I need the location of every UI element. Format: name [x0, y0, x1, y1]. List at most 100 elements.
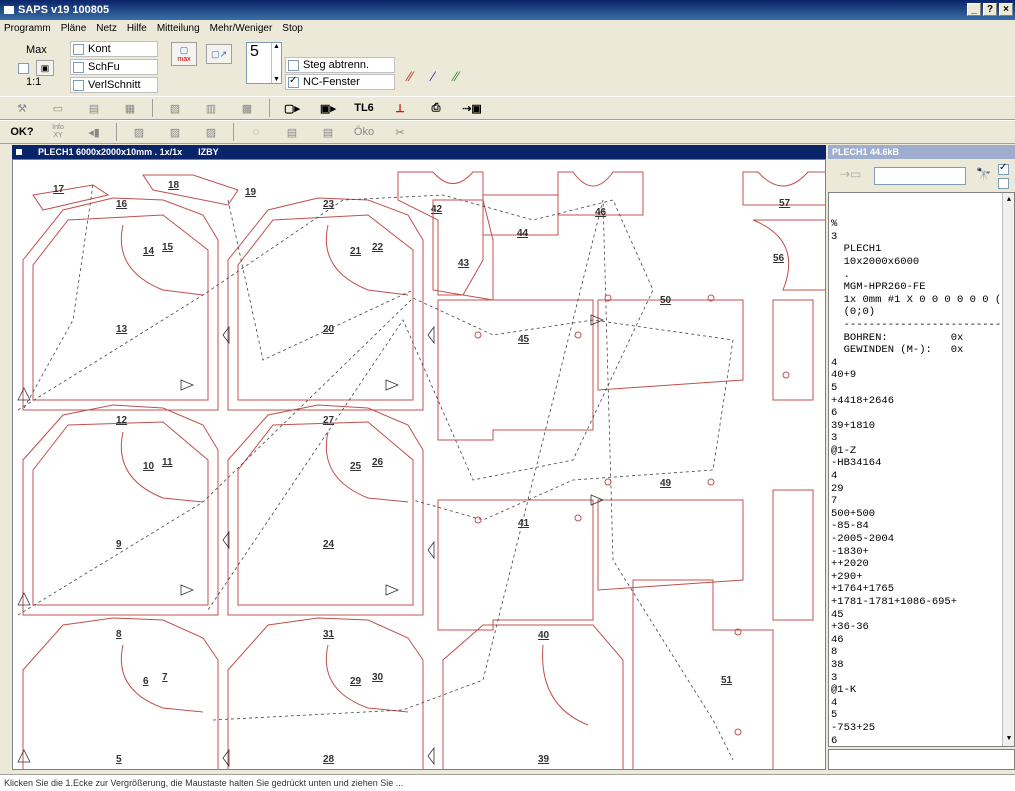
- menu-mitteilung[interactable]: Mitteilung: [157, 23, 200, 34]
- nc-line: ++2020: [831, 558, 869, 571]
- title-bar: SAPS v19 100805 _ ? ×: [0, 0, 1015, 20]
- nc-line: -HB34164: [831, 457, 882, 470]
- nc-line: @1-K: [831, 684, 857, 697]
- schfu-option[interactable]: SchFu: [70, 59, 158, 75]
- oko-button[interactable]: Öko: [350, 123, 378, 141]
- tool-grid-icon[interactable]: ▦: [116, 99, 144, 117]
- nc-window-checkbox[interactable]: [288, 75, 299, 88]
- nc-import-icon[interactable]: ⇢▭: [840, 167, 861, 181]
- nc-scrollbar[interactable]: ▲ ▼: [1002, 193, 1014, 746]
- scroll-down-icon[interactable]: ▼: [1004, 733, 1014, 745]
- max-view-icon[interactable]: ▢ max: [171, 42, 197, 66]
- pane-icon: [16, 149, 22, 155]
- tool-layout-icon[interactable]: ▩: [233, 99, 261, 117]
- close-button[interactable]: ×: [999, 3, 1013, 16]
- nc-window-label: NC-Fenster: [303, 76, 360, 88]
- part-label: 8: [116, 629, 122, 640]
- part-label: 5: [116, 754, 122, 765]
- tool-export-icon[interactable]: ▢▸: [278, 99, 306, 117]
- part-label: 30: [372, 672, 384, 683]
- part-outline: [597, 299, 744, 391]
- nc-checkbox-1[interactable]: [998, 162, 1009, 175]
- tl-button[interactable]: TL6: [350, 99, 378, 117]
- part-outline: [142, 174, 239, 206]
- view-icon[interactable]: ▢↗: [206, 44, 232, 64]
- schfu-checkbox[interactable]: [73, 61, 84, 73]
- nc-line: 6: [831, 407, 838, 420]
- nc-line: 7: [831, 495, 838, 508]
- max-label: Max: [26, 44, 47, 56]
- tool-wrench-icon[interactable]: ⚒: [8, 99, 36, 117]
- nc-code-list[interactable]: % 3 PLECH1 10x2000x6000 . MGM-HPR260-FE 1…: [828, 192, 1015, 747]
- tool-machine-icon[interactable]: ⊥: [386, 99, 414, 117]
- menu-netz[interactable]: Netz: [96, 23, 117, 34]
- tool-table-icon[interactable]: ▥: [197, 99, 225, 117]
- info-xy-button[interactable]: Info XY: [44, 123, 72, 141]
- spinner-arrows[interactable]: ▲ ▼: [271, 43, 281, 83]
- zoom-fit-icon[interactable]: ▣: [36, 60, 54, 76]
- back-icon[interactable]: ◂▮: [80, 123, 108, 141]
- pen-blue-icon[interactable]: ⁄: [432, 68, 434, 84]
- verlschnitt-checkbox[interactable]: [73, 79, 84, 91]
- tool-part-a-icon[interactable]: ▨: [125, 123, 153, 141]
- pen-green-icon[interactable]: ⁄⁄: [454, 68, 459, 84]
- pierce-point: [474, 331, 482, 339]
- nesting-drawing[interactable]: 17 181916 23 42 46574414 15 21 2243 565013 204512…: [13, 160, 826, 770]
- list-icon[interactable]: ▤: [278, 123, 306, 141]
- pierce-point: [604, 478, 612, 486]
- part-label: 31: [323, 629, 335, 640]
- menu-hilfe[interactable]: Hilfe: [127, 23, 147, 34]
- toolbar-separator: [269, 99, 270, 117]
- tool-sheet-icon[interactable]: ▭: [44, 99, 72, 117]
- scroll-up-icon[interactable]: ▲: [1004, 194, 1014, 206]
- part-label: 11: [162, 457, 173, 468]
- menu-mehr-weniger[interactable]: Mehr/Weniger: [210, 23, 273, 34]
- list-b-icon[interactable]: ▤: [314, 123, 342, 141]
- tool-save-icon[interactable]: ⇢▣: [458, 99, 486, 117]
- menu-plaene[interactable]: Pläne: [61, 23, 87, 34]
- scissors-icon[interactable]: ✂: [386, 123, 414, 141]
- part-outline: [437, 299, 594, 441]
- scale-label: 1:1: [26, 76, 42, 88]
- part-label: 57: [779, 198, 791, 209]
- tool-print-icon[interactable]: ⎙: [422, 99, 450, 117]
- steg-option[interactable]: Steg abtrenn.: [285, 57, 395, 73]
- help-button[interactable]: ?: [983, 3, 997, 16]
- part-outline: [325, 431, 409, 503]
- steg-checkbox[interactable]: [288, 59, 299, 71]
- max-checkbox[interactable]: [18, 63, 29, 74]
- part-label: 51: [721, 675, 733, 686]
- nc-line: %: [831, 218, 838, 231]
- kont-option[interactable]: Kont: [70, 41, 158, 57]
- rotate-icon[interactable]: ◌: [242, 123, 270, 141]
- nc-window-option[interactable]: NC-Fenster: [285, 74, 395, 90]
- nc-line: -------------------------: [831, 318, 1002, 331]
- minimize-button[interactable]: _: [967, 3, 981, 16]
- verlschnitt-option[interactable]: VerlSchnitt: [70, 77, 158, 93]
- app-icon: [4, 6, 14, 14]
- kont-label: Kont: [88, 43, 111, 55]
- nc-search-input[interactable]: [874, 167, 966, 185]
- menu-programm[interactable]: Programm: [4, 23, 51, 34]
- nc-checkbox-2[interactable]: [998, 178, 1009, 189]
- spin-up-icon[interactable]: ▲: [273, 43, 280, 50]
- spin-down-icon[interactable]: ▼: [273, 76, 280, 83]
- kont-checkbox[interactable]: [73, 43, 84, 55]
- nc-line: 3: [831, 671, 838, 684]
- ok-button[interactable]: OK?: [8, 123, 36, 141]
- number-spinner[interactable]: 5 ▲ ▼: [246, 42, 282, 84]
- tool-part-icon[interactable]: ▤: [80, 99, 108, 117]
- tool-part-c-icon[interactable]: ▨: [197, 123, 225, 141]
- toolbar-separator: [233, 123, 234, 141]
- nc-line: +290+: [831, 570, 863, 583]
- menu-stop[interactable]: Stop: [282, 23, 303, 34]
- part-label: 39: [538, 754, 550, 765]
- nc-line: 45: [831, 608, 844, 621]
- tool-import-icon[interactable]: ▣▸: [314, 99, 342, 117]
- tool-part-b-icon[interactable]: ▨: [161, 123, 189, 141]
- tool-nest-icon[interactable]: ▧: [161, 99, 189, 117]
- binoculars-icon[interactable]: 🔭: [976, 167, 991, 181]
- pen-red-icon[interactable]: ⁄⁄: [408, 68, 413, 84]
- toolbar-2: ⚒ ▭ ▤ ▦ ▧ ▥ ▩ ▢▸ ▣▸ TL6 ⊥ ⎙ ⇢▣: [0, 96, 1015, 120]
- nesting-canvas[interactable]: 17 18 19 16 23 42 46 57 44 14 15 21 22 43 56 50 13 20 45 12…: [12, 159, 826, 770]
